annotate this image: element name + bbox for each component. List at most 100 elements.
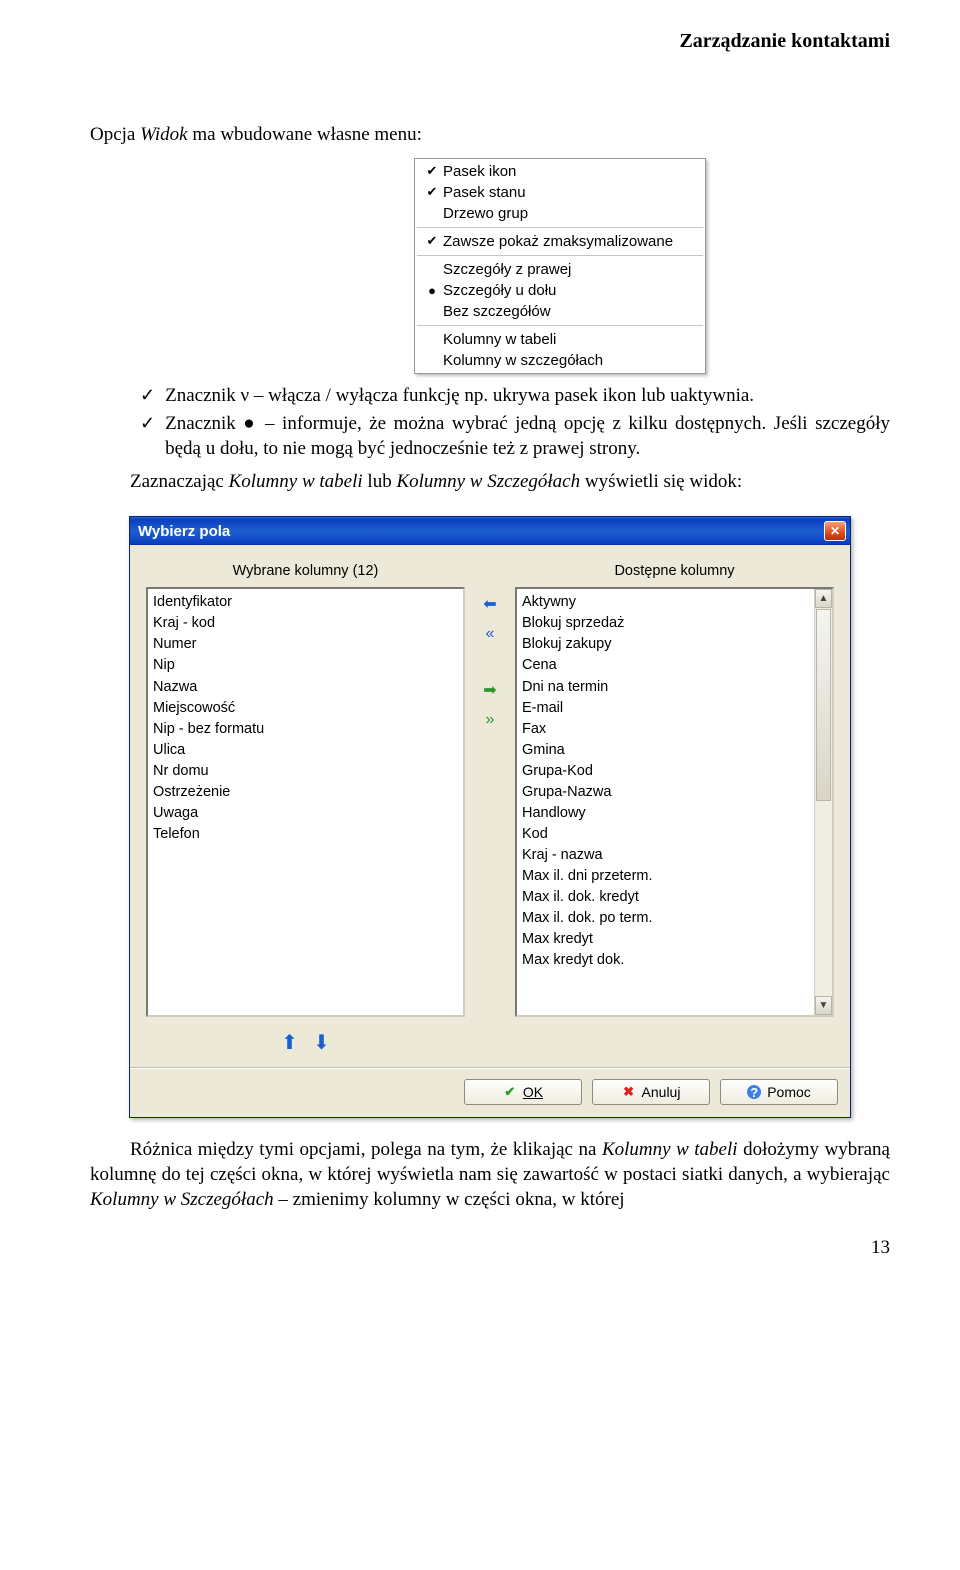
list-item[interactable]: Grupa-Nazwa: [522, 782, 827, 803]
selected-columns-list[interactable]: Identyfikator Kraj - kod Numer Nip Nazwa…: [146, 587, 465, 1017]
menu-item[interactable]: Kolumny w tabeli: [415, 329, 705, 350]
move-up-button[interactable]: ⬆: [279, 1031, 301, 1053]
list-item[interactable]: Miejscowość: [153, 698, 458, 719]
list-item[interactable]: Dni na termin: [522, 677, 827, 698]
list-item[interactable]: E-mail: [522, 698, 827, 719]
list-item[interactable]: Blokuj zakupy: [522, 634, 827, 655]
menu-separator: [417, 227, 703, 228]
page-number: 13: [90, 1237, 890, 1259]
intro-text: Opcja Widok ma wbudowane własne menu:: [90, 123, 890, 148]
button-bar: ✔ OK ✖ Anuluj ? Pomoc: [130, 1069, 850, 1117]
menu-separator: [417, 255, 703, 256]
list-item[interactable]: Kraj - kod: [153, 613, 458, 634]
menu-item[interactable]: ●Szczegóły u dołu: [415, 280, 705, 301]
arrow-up-icon: ⬆: [281, 1030, 298, 1055]
list-item[interactable]: Nip: [153, 655, 458, 676]
check-icon: ✔: [421, 163, 443, 179]
list-item[interactable]: Ulica: [153, 740, 458, 761]
page-header: Zarządzanie kontaktami: [90, 30, 890, 53]
menu-item[interactable]: Drzewo grup: [415, 203, 705, 224]
double-arrow-left-icon: «: [486, 625, 495, 643]
menu-separator: [417, 325, 703, 326]
list-item[interactable]: Kraj - nazwa: [522, 845, 827, 866]
check-icon: ✓: [140, 412, 155, 435]
add-all-button[interactable]: »: [479, 709, 501, 731]
italic: Kolumny w Szczegółach: [396, 471, 580, 492]
check-icon: ✔: [421, 233, 443, 249]
titlebar[interactable]: Wybierz pola ✕: [130, 517, 850, 545]
button-label: OK: [523, 1084, 543, 1100]
remove-all-button[interactable]: «: [479, 623, 501, 645]
list-item[interactable]: Aktywny: [522, 592, 827, 613]
list-item[interactable]: Ostrzeżenie: [153, 782, 458, 803]
para-text: Różnica między tymi opcjami, polega na t…: [90, 1138, 890, 1212]
list-item[interactable]: Gmina: [522, 740, 827, 761]
list-item[interactable]: Kod: [522, 824, 827, 845]
check-icon: ✔: [503, 1085, 517, 1099]
list-item[interactable]: Uwaga: [153, 803, 458, 824]
add-button[interactable]: ➡: [479, 679, 501, 701]
italic: Kolumny w tabeli: [602, 1139, 738, 1160]
list-item[interactable]: Cena: [522, 655, 827, 676]
available-columns-list[interactable]: Aktywny Blokuj sprzedaż Blokuj zakupy Ce…: [515, 587, 834, 1017]
button-label: Pomoc: [767, 1084, 811, 1100]
italic: Widok: [140, 124, 188, 145]
double-arrow-right-icon: »: [486, 711, 495, 729]
check-icon: ✔: [421, 184, 443, 200]
transfer-controls: ⬅ « ➡ »: [473, 563, 507, 1059]
close-icon: ✕: [830, 524, 840, 538]
list-item[interactable]: Max il. dok. kredyt: [522, 887, 827, 908]
scroll-up-button[interactable]: ▲: [815, 589, 832, 608]
button-label: Anuluj: [642, 1084, 681, 1100]
list-item[interactable]: Nr domu: [153, 761, 458, 782]
list-item[interactable]: Max kredyt dok.: [522, 950, 827, 971]
close-button[interactable]: ✕: [824, 521, 846, 541]
list-item[interactable]: Max kredyt: [522, 929, 827, 950]
bullet-text: Znacznik ● – informuje, że można wybrać …: [165, 412, 890, 461]
cancel-button[interactable]: ✖ Anuluj: [592, 1079, 710, 1105]
scroll-thumb[interactable]: [816, 609, 831, 801]
list-item[interactable]: Handlowy: [522, 803, 827, 824]
help-button[interactable]: ? Pomoc: [720, 1079, 838, 1105]
right-column-header: Dostępne kolumny: [515, 563, 834, 587]
italic: Kolumny w Szczegółach: [90, 1189, 274, 1210]
list-item[interactable]: Max il. dok. po term.: [522, 908, 827, 929]
menu-item[interactable]: Szczegóły z prawej: [415, 259, 705, 280]
menu-item-label: Szczegóły z prawej: [443, 261, 571, 278]
list-item[interactable]: Blokuj sprzedaż: [522, 613, 827, 634]
list-item[interactable]: Nip - bez formatu: [153, 719, 458, 740]
menu-item[interactable]: Bez szczegółów: [415, 301, 705, 322]
close-icon: ✖: [622, 1085, 636, 1099]
arrow-down-icon: ⬇: [313, 1030, 330, 1055]
menu-item[interactable]: ✔Zawsze pokaż zmaksymalizowane: [415, 231, 705, 252]
remove-button[interactable]: ⬅: [479, 593, 501, 615]
menu-item[interactable]: ✔Pasek ikon: [415, 161, 705, 182]
list-item[interactable]: Grupa-Kod: [522, 761, 827, 782]
menu-item-label: Kolumny w tabeli: [443, 331, 556, 348]
menu-item[interactable]: Kolumny w szczegółach: [415, 350, 705, 371]
chevron-up-icon: ▲: [819, 592, 829, 607]
menu-item-label: Drzewo grup: [443, 205, 528, 222]
list-item[interactable]: Fax: [522, 719, 827, 740]
arrow-right-icon: ➡: [483, 680, 496, 700]
scrollbar[interactable]: ▲ ▼: [814, 589, 832, 1015]
move-down-button[interactable]: ⬇: [311, 1031, 333, 1053]
list-item[interactable]: Numer: [153, 634, 458, 655]
scroll-down-button[interactable]: ▼: [815, 996, 832, 1015]
bullet-item: ✓ Znacznik ν – włącza / wyłącza funkcję …: [140, 384, 890, 409]
list-item[interactable]: Max il. dni przeterm.: [522, 866, 827, 887]
ok-button[interactable]: ✔ OK: [464, 1079, 582, 1105]
arrow-left-icon: ⬅: [483, 594, 496, 614]
menu-item-label: Pasek ikon: [443, 163, 516, 180]
chevron-down-icon: ▼: [819, 999, 829, 1014]
bullet-item: ✓ Znacznik ● – informuje, że można wybra…: [140, 412, 890, 461]
menu-item-label: Zawsze pokaż zmaksymalizowane: [443, 233, 673, 250]
list-item[interactable]: Identyfikator: [153, 592, 458, 613]
help-icon: ?: [747, 1085, 761, 1099]
menu-item-label: Pasek stanu: [443, 184, 526, 201]
list-item[interactable]: Telefon: [153, 824, 458, 845]
dialog-title: Wybierz pola: [138, 523, 230, 540]
list-item[interactable]: Nazwa: [153, 677, 458, 698]
dot-icon: ●: [421, 283, 443, 298]
menu-item[interactable]: ✔Pasek stanu: [415, 182, 705, 203]
